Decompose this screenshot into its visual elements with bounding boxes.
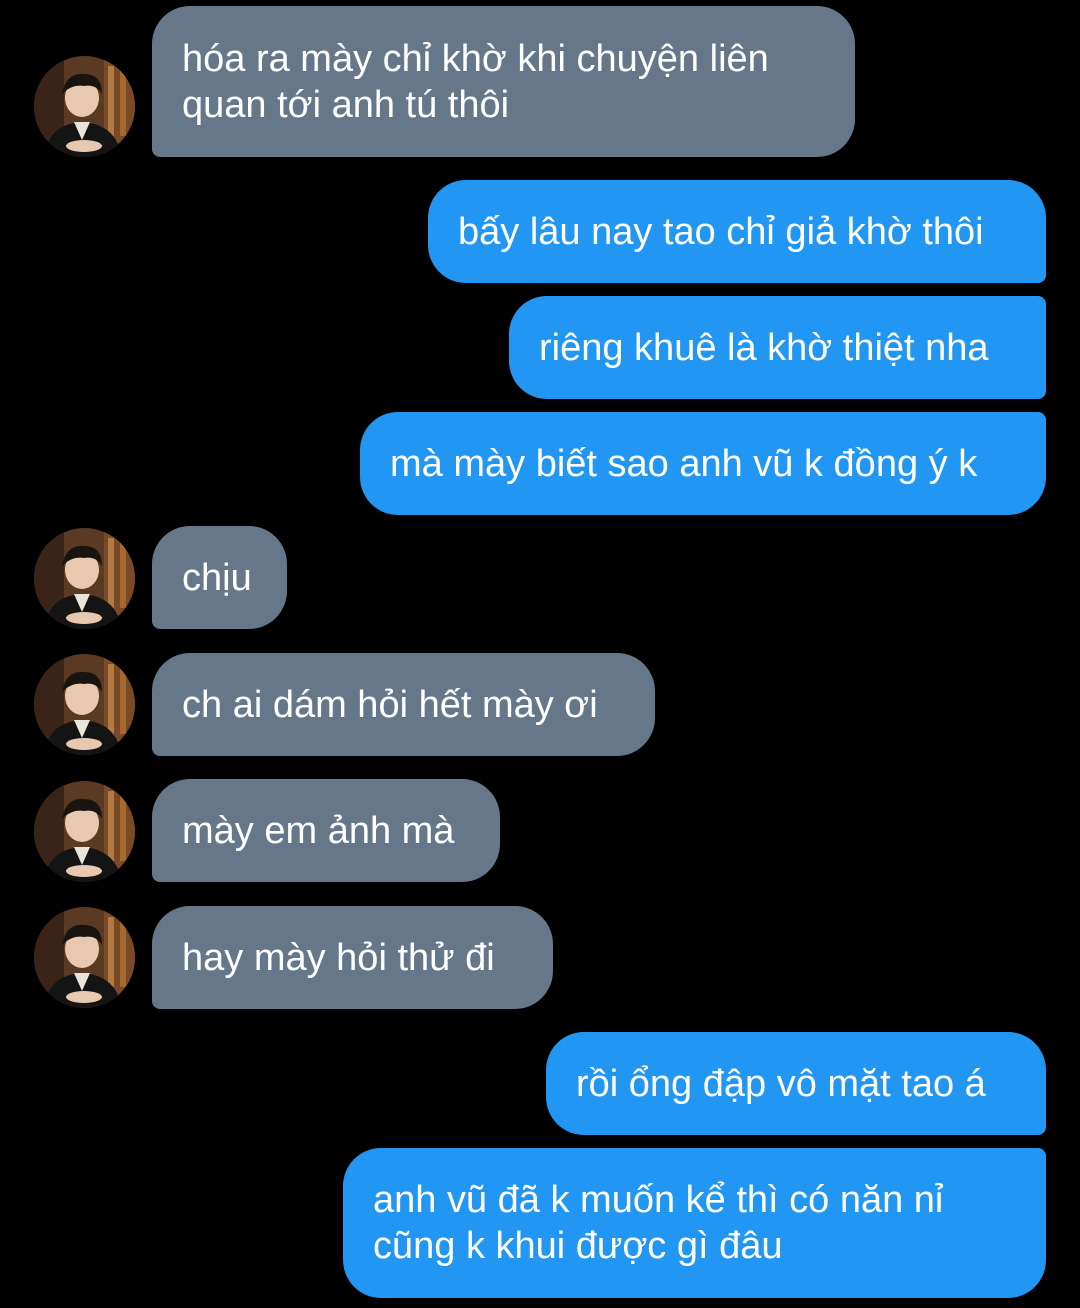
message-bubble-incoming[interactable]: mày em ảnh mà [152, 779, 500, 882]
avatar-photo-icon [34, 56, 135, 157]
sender-avatar[interactable] [34, 56, 135, 157]
avatar-photo-icon [34, 907, 135, 1008]
message-bubble-outgoing[interactable]: bấy lâu nay tao chỉ giả khờ thôi [428, 180, 1046, 283]
chat-thread: hóa ra mày chỉ khờ khi chuyện liên quan … [0, 0, 1080, 1308]
sender-avatar[interactable] [34, 781, 135, 882]
message-bubble-outgoing[interactable]: riêng khuê là khờ thiệt nha [509, 296, 1046, 399]
sender-avatar[interactable] [34, 654, 135, 755]
message-bubble-outgoing[interactable]: anh vũ đã k muốn kể thì có năn nỉ cũng k… [343, 1148, 1046, 1298]
sender-avatar[interactable] [34, 528, 135, 629]
message-bubble-outgoing[interactable]: rồi ổng đập vô mặt tao á [546, 1032, 1046, 1135]
sender-avatar[interactable] [34, 907, 135, 1008]
avatar-photo-icon [34, 781, 135, 882]
avatar-photo-icon [34, 654, 135, 755]
message-bubble-incoming[interactable]: chịu [152, 526, 287, 629]
message-bubble-incoming[interactable]: hay mày hỏi thử đi [152, 906, 553, 1009]
avatar-photo-icon [34, 528, 135, 629]
message-bubble-incoming[interactable]: ch ai dám hỏi hết mày ơi [152, 653, 655, 756]
message-bubble-outgoing[interactable]: mà mày biết sao anh vũ k đồng ý k [360, 412, 1046, 515]
message-bubble-incoming[interactable]: hóa ra mày chỉ khờ khi chuyện liên quan … [152, 6, 855, 157]
